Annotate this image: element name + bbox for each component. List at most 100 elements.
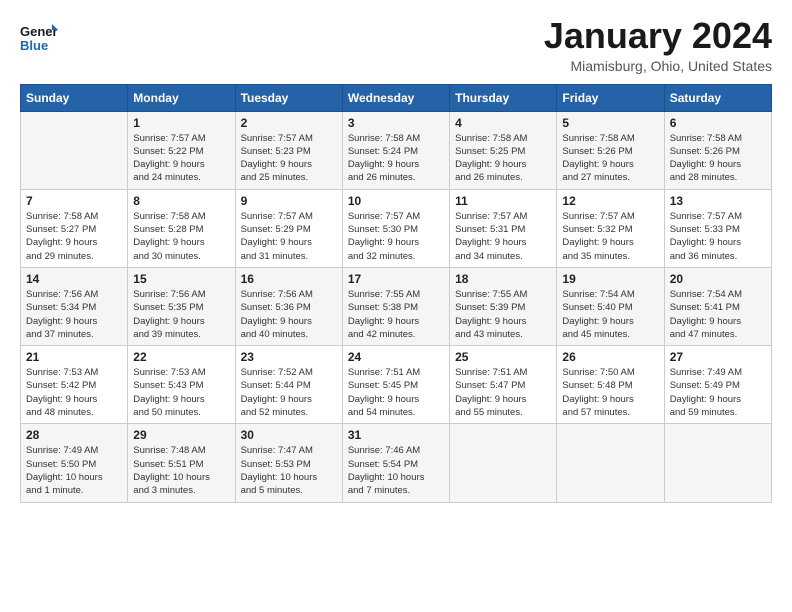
calendar-day-header: Monday [128, 84, 235, 111]
calendar-cell: 2Sunrise: 7:57 AM Sunset: 5:23 PM Daylig… [235, 111, 342, 189]
day-info: Sunrise: 7:55 AM Sunset: 5:38 PM Dayligh… [348, 288, 444, 341]
day-info: Sunrise: 7:50 AM Sunset: 5:48 PM Dayligh… [562, 366, 658, 419]
day-number: 19 [562, 272, 658, 286]
location: Miamisburg, Ohio, United States [544, 58, 772, 74]
day-info: Sunrise: 7:57 AM Sunset: 5:33 PM Dayligh… [670, 210, 766, 263]
calendar-week-row: 14Sunrise: 7:56 AM Sunset: 5:34 PM Dayli… [21, 267, 772, 345]
page-container: General Blue January 2024 Miamisburg, Oh… [0, 0, 792, 513]
day-number: 4 [455, 116, 551, 130]
day-info: Sunrise: 7:56 AM Sunset: 5:35 PM Dayligh… [133, 288, 229, 341]
day-number: 6 [670, 116, 766, 130]
calendar-cell: 19 Sunrise: 7:54 AM Sunset: 5:40 PM Dayli… [557, 267, 664, 345]
day-info: Sunrise: 7:51 AM Sunset: 5:47 PM Dayligh… [455, 366, 551, 419]
svg-text:Blue: Blue [20, 38, 48, 53]
day-number: 3 [348, 116, 444, 130]
day-number: 31 [348, 428, 444, 442]
day-info: Sunrise: 7:53 AM Sunset: 5:42 PM Dayligh… [26, 366, 122, 419]
day-number: 18 [455, 272, 551, 286]
day-info: Sunrise: 7:56 AM Sunset: 5:36 PM Dayligh… [241, 288, 337, 341]
day-number: 13 [670, 194, 766, 208]
calendar-cell [450, 424, 557, 502]
day-info: Sunrise: 7:54 AM Sunset: 5:41 PM Dayligh… [670, 288, 766, 341]
calendar-table: SundayMondayTuesdayWednesdayThursdayFrid… [20, 84, 772, 503]
calendar-cell [557, 424, 664, 502]
day-number: 10 [348, 194, 444, 208]
calendar-cell: 16 Sunrise: 7:56 AM Sunset: 5:36 PM Dayli… [235, 267, 342, 345]
calendar-cell: 6 Sunrise: 7:58 AM Sunset: 5:26 PM Daylig… [664, 111, 771, 189]
logo: General Blue [20, 16, 58, 54]
calendar-week-row: 28 Sunrise: 7:49 AM Sunset: 5:50 PM Dayli… [21, 424, 772, 502]
day-number: 20 [670, 272, 766, 286]
day-info: Sunrise: 7:54 AM Sunset: 5:40 PM Dayligh… [562, 288, 658, 341]
calendar-cell: 1Sunrise: 7:57 AM Sunset: 5:22 PM Daylig… [128, 111, 235, 189]
day-info: Sunrise: 7:49 AM Sunset: 5:50 PM Dayligh… [26, 444, 122, 497]
calendar-header-row: SundayMondayTuesdayWednesdayThursdayFrid… [21, 84, 772, 111]
calendar-cell: 27 Sunrise: 7:49 AM Sunset: 5:49 PM Dayli… [664, 346, 771, 424]
day-number: 28 [26, 428, 122, 442]
calendar-cell: 22 Sunrise: 7:53 AM Sunset: 5:43 PM Dayli… [128, 346, 235, 424]
day-info: Sunrise: 7:53 AM Sunset: 5:43 PM Dayligh… [133, 366, 229, 419]
calendar-cell: 11Sunrise: 7:57 AM Sunset: 5:31 PM Dayli… [450, 189, 557, 267]
calendar-cell: 7 Sunrise: 7:58 AM Sunset: 5:27 PM Daylig… [21, 189, 128, 267]
calendar-day-header: Sunday [21, 84, 128, 111]
day-number: 23 [241, 350, 337, 364]
day-number: 5 [562, 116, 658, 130]
calendar-week-row: 7 Sunrise: 7:58 AM Sunset: 5:27 PM Daylig… [21, 189, 772, 267]
day-number: 24 [348, 350, 444, 364]
day-info: Sunrise: 7:57 AM Sunset: 5:22 PM Dayligh… [133, 132, 229, 185]
calendar-cell: 18Sunrise: 7:55 AM Sunset: 5:39 PM Dayli… [450, 267, 557, 345]
day-number: 21 [26, 350, 122, 364]
calendar-cell: 31 Sunrise: 7:46 AM Sunset: 5:54 PM Dayli… [342, 424, 449, 502]
day-info: Sunrise: 7:58 AM Sunset: 5:26 PM Dayligh… [562, 132, 658, 185]
calendar-cell: 28 Sunrise: 7:49 AM Sunset: 5:50 PM Dayli… [21, 424, 128, 502]
calendar-cell: 15Sunrise: 7:56 AM Sunset: 5:35 PM Dayli… [128, 267, 235, 345]
title-block: January 2024 Miamisburg, Ohio, United St… [544, 16, 772, 74]
calendar-cell: 9Sunrise: 7:57 AM Sunset: 5:29 PM Daylig… [235, 189, 342, 267]
day-info: Sunrise: 7:48 AM Sunset: 5:51 PM Dayligh… [133, 444, 229, 497]
day-number: 22 [133, 350, 229, 364]
day-info: Sunrise: 7:56 AM Sunset: 5:34 PM Dayligh… [26, 288, 122, 341]
calendar-cell: 8 Sunrise: 7:58 AM Sunset: 5:28 PM Daylig… [128, 189, 235, 267]
calendar-cell: 3 Sunrise: 7:58 AM Sunset: 5:24 PM Daylig… [342, 111, 449, 189]
day-info: Sunrise: 7:58 AM Sunset: 5:26 PM Dayligh… [670, 132, 766, 185]
calendar-cell: 12Sunrise: 7:57 AM Sunset: 5:32 PM Dayli… [557, 189, 664, 267]
calendar-day-header: Wednesday [342, 84, 449, 111]
day-number: 16 [241, 272, 337, 286]
calendar-day-header: Friday [557, 84, 664, 111]
day-number: 7 [26, 194, 122, 208]
day-number: 17 [348, 272, 444, 286]
day-number: 29 [133, 428, 229, 442]
day-info: Sunrise: 7:51 AM Sunset: 5:45 PM Dayligh… [348, 366, 444, 419]
day-info: Sunrise: 7:46 AM Sunset: 5:54 PM Dayligh… [348, 444, 444, 497]
day-info: Sunrise: 7:47 AM Sunset: 5:53 PM Dayligh… [241, 444, 337, 497]
day-info: Sunrise: 7:58 AM Sunset: 5:27 PM Dayligh… [26, 210, 122, 263]
day-number: 26 [562, 350, 658, 364]
calendar-day-header: Saturday [664, 84, 771, 111]
calendar-cell: 17 Sunrise: 7:55 AM Sunset: 5:38 PM Dayli… [342, 267, 449, 345]
calendar-cell [664, 424, 771, 502]
calendar-cell: 5 Sunrise: 7:58 AM Sunset: 5:26 PM Daylig… [557, 111, 664, 189]
calendar-cell: 14Sunrise: 7:56 AM Sunset: 5:34 PM Dayli… [21, 267, 128, 345]
calendar-cell: 29 Sunrise: 7:48 AM Sunset: 5:51 PM Dayli… [128, 424, 235, 502]
calendar-day-header: Tuesday [235, 84, 342, 111]
day-info: Sunrise: 7:52 AM Sunset: 5:44 PM Dayligh… [241, 366, 337, 419]
calendar-cell: 23 Sunrise: 7:52 AM Sunset: 5:44 PM Dayli… [235, 346, 342, 424]
calendar-day-header: Thursday [450, 84, 557, 111]
day-info: Sunrise: 7:58 AM Sunset: 5:24 PM Dayligh… [348, 132, 444, 185]
day-number: 30 [241, 428, 337, 442]
day-number: 27 [670, 350, 766, 364]
month-title: January 2024 [544, 16, 772, 56]
calendar-cell: 30 Sunrise: 7:47 AM Sunset: 5:53 PM Dayli… [235, 424, 342, 502]
calendar-cell: 13 Sunrise: 7:57 AM Sunset: 5:33 PM Dayli… [664, 189, 771, 267]
day-number: 11 [455, 194, 551, 208]
day-info: Sunrise: 7:57 AM Sunset: 5:29 PM Dayligh… [241, 210, 337, 263]
calendar-cell: 25Sunrise: 7:51 AM Sunset: 5:47 PM Dayli… [450, 346, 557, 424]
calendar-week-row: 21 Sunrise: 7:53 AM Sunset: 5:42 PM Dayli… [21, 346, 772, 424]
day-info: Sunrise: 7:58 AM Sunset: 5:28 PM Dayligh… [133, 210, 229, 263]
day-number: 8 [133, 194, 229, 208]
page-header: General Blue January 2024 Miamisburg, Oh… [20, 16, 772, 74]
day-info: Sunrise: 7:58 AM Sunset: 5:25 PM Dayligh… [455, 132, 551, 185]
calendar-cell: 26 Sunrise: 7:50 AM Sunset: 5:48 PM Dayli… [557, 346, 664, 424]
day-number: 12 [562, 194, 658, 208]
day-info: Sunrise: 7:49 AM Sunset: 5:49 PM Dayligh… [670, 366, 766, 419]
